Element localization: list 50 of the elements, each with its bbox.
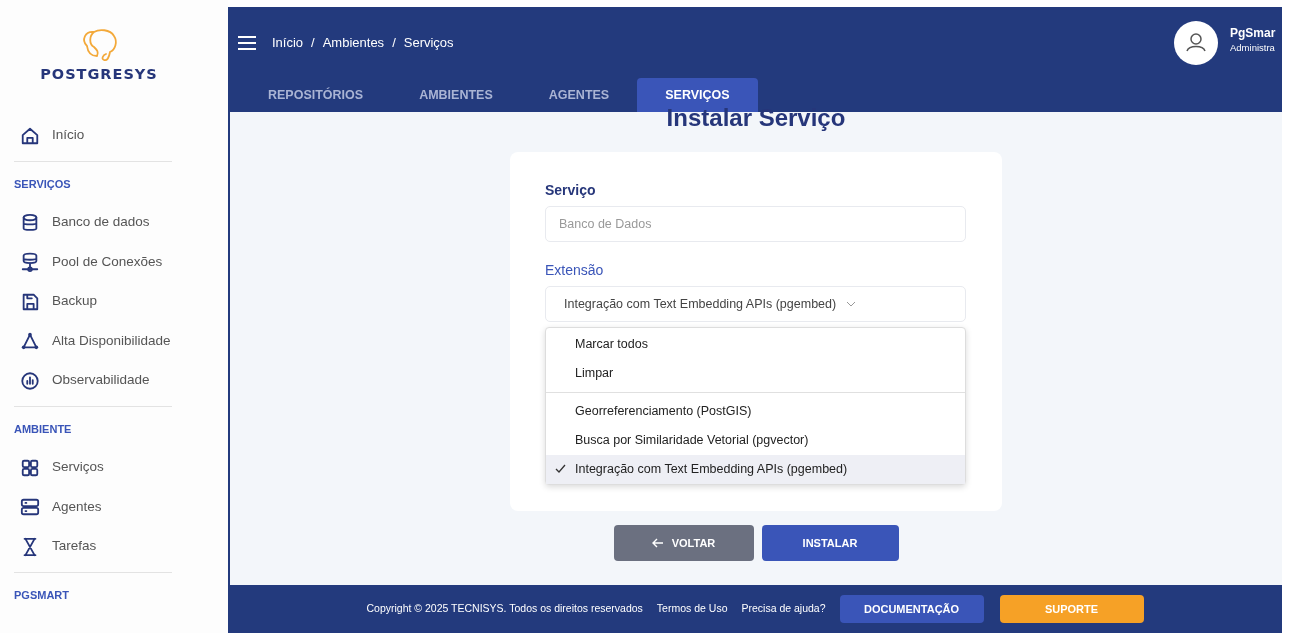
tab[interactable]: AMBIENTES [391,78,521,112]
menu-option[interactable]: Georreferenciamento (PostGIS) [546,397,965,426]
breadcrumb-link[interactable]: Início [272,32,304,53]
arrow-left-icon [651,538,664,548]
section-heading: PGSMART [14,588,70,604]
breadcrumb-link[interactable]: Serviços [403,32,454,53]
server-icon [20,497,40,517]
triangle-network-icon [20,331,40,351]
sidebar-item[interactable]: Backup [14,281,174,322]
copyright-text: Copyright © 2025 TECNISYS. Todos os direitos reservados [366,601,643,617]
sidebar-item[interactable]: Alta Disponibilidade [14,321,174,361]
menu-item[interactable]: Limpar [546,359,965,388]
section-heading: SERVIÇOS [14,177,72,193]
sidebar-item[interactable]: Observabilidade [14,360,174,401]
breadcrumb-separator: / [392,33,396,52]
user-role: Administra [1230,40,1276,55]
chart-icon [20,370,40,391]
database-icon [20,212,40,233]
back-button[interactable]: VOLTAR [613,525,754,561]
check-icon [555,464,566,473]
grid-icon [20,457,40,478]
service-field[interactable]: Banco de Dados [545,206,966,242]
menu-item[interactable]: Marcar todos [546,330,965,359]
chevron-down-icon [846,301,857,307]
sidebar-item[interactable]: Serviços [14,447,174,488]
sidebar-item[interactable]: Pool de Conexões [14,242,174,282]
footer-link[interactable]: Termos de Uso [656,601,728,617]
brand-name: POSTGRESYS [40,65,158,84]
menu-option[interactable]: Busca por Similaridade Vetorial (pgvector) [546,426,965,455]
sidebar-item[interactable]: Agentes [14,487,174,527]
avatar-icon[interactable] [1174,20,1218,65]
extension-select[interactable]: Integração com Text Embedding APIs (pgembed) [545,286,966,322]
user-name: PgSmar [1230,26,1277,41]
menu-option[interactable]: Integração com Text Embedding APIs (pgembed) [546,455,965,484]
tab[interactable]: AGENTES [520,78,638,112]
documentation-button[interactable]: DOCUMENTAÇÃO [839,595,984,623]
section-heading: AMBIENTE [14,422,73,438]
sidebar-item[interactable]: Banco de dados [14,202,174,243]
breadcrumb-separator: / [311,33,315,52]
sidebar-item[interactable]: Tarefas [14,526,174,567]
server-network-icon [20,252,40,272]
home-icon [20,125,40,146]
tab[interactable]: REPOSITÓRIOS [240,78,392,112]
field-label: Serviço [545,181,597,200]
field-label: Extensão [545,261,605,280]
sidebar-item[interactable]: Início [14,115,174,156]
menu-icon[interactable] [238,35,256,50]
install-button[interactable]: INSTALAR [761,525,899,561]
footer-link[interactable]: Precisa de ajuda? [741,601,826,617]
breadcrumb-link[interactable]: Ambientes [322,32,385,53]
